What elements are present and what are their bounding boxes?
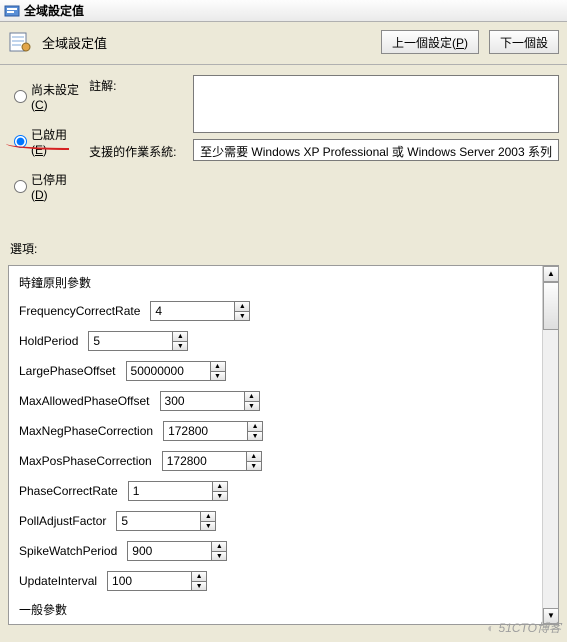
spinner-down-button[interactable]: ▼ (234, 311, 250, 321)
param-row: LargePhaseOffset ▲▼ (19, 361, 548, 381)
param-spinner[interactable]: ▲▼ (127, 541, 227, 561)
radio-enabled[interactable]: 已啟用(E) (14, 126, 79, 157)
param-label: PollAdjustFactor (19, 514, 106, 528)
header-title: 全域設定值 (42, 33, 107, 52)
spinner-up-button[interactable]: ▲ (246, 451, 262, 461)
spinner-down-button[interactable]: ▼ (247, 431, 263, 441)
watermark-icon: ◐ (487, 621, 494, 635)
spinner-down-button[interactable]: ▼ (191, 581, 207, 591)
param-input[interactable] (160, 391, 244, 411)
spinner-down-button[interactable]: ▼ (246, 461, 262, 471)
param-spinner[interactable]: ▲▼ (126, 361, 226, 381)
title-bar: 全域設定值 (0, 0, 567, 22)
upper-panel: 尚未設定(C) 已啟用(E) 已停用(D) 註解: 支援的作業系統: 至少需要 … (0, 71, 567, 218)
chevron-up-icon: ▲ (547, 270, 555, 278)
param-row: PhaseCorrectRate ▲▼ (19, 481, 548, 501)
spinner-up-button[interactable]: ▲ (234, 301, 250, 311)
right-column: 註解: 支援的作業系統: 至少需要 Windows XP Professiona… (89, 75, 559, 216)
spinner-down-button[interactable]: ▼ (200, 521, 216, 531)
spinner-up-button[interactable]: ▲ (200, 511, 216, 521)
param-row: UpdateInterval ▲▼ (19, 571, 548, 591)
param-label: MaxPosPhaseCorrection (19, 454, 152, 468)
radio-enabled-input[interactable] (14, 135, 27, 148)
param-header-clock: 時鐘原則參數 (19, 274, 548, 291)
spinner-up-button[interactable]: ▲ (191, 571, 207, 581)
supported-value: 至少需要 Windows XP Professional 或 Windows S… (193, 139, 559, 161)
spinner-down-button[interactable]: ▼ (172, 341, 188, 351)
divider (0, 64, 567, 65)
param-label: FrequencyCorrectRate (19, 304, 140, 318)
comment-textbox[interactable] (193, 75, 559, 133)
spinner-up-button[interactable]: ▲ (212, 481, 228, 491)
param-spinner[interactable]: ▲▼ (162, 451, 262, 471)
param-spinner[interactable]: ▲▼ (150, 301, 250, 321)
spinner-down-button[interactable]: ▼ (210, 371, 226, 381)
spinner-up-button[interactable]: ▲ (210, 361, 226, 371)
options-panel: 時鐘原則參數 FrequencyCorrectRate▲▼HoldPeriod▲… (8, 265, 559, 625)
radio-disabled[interactable]: 已停用(D) (14, 171, 79, 202)
param-header-general: 一般參數 (19, 601, 548, 618)
spinner-up-button[interactable]: ▲ (172, 331, 188, 341)
param-input[interactable] (126, 361, 210, 381)
radio-group: 尚未設定(C) 已啟用(E) 已停用(D) (14, 75, 79, 216)
radio-disabled-input[interactable] (14, 180, 27, 193)
next-setting-button[interactable]: 下一個設 (489, 30, 559, 54)
scroll-thumb[interactable] (543, 282, 559, 330)
param-spinner[interactable]: ▲▼ (128, 481, 228, 501)
window-title: 全域設定值 (24, 2, 84, 19)
scrollbar[interactable]: ▲ ▼ (542, 266, 558, 624)
param-list: FrequencyCorrectRate▲▼HoldPeriod▲▼LargeP… (19, 301, 548, 591)
param-label: HoldPeriod (19, 334, 78, 348)
watermark: ◐51CTO博客 (487, 619, 561, 636)
param-input[interactable] (107, 571, 191, 591)
supported-row: 支援的作業系統: 至少需要 Windows XP Professional 或 … (89, 139, 559, 161)
spinner-down-button[interactable]: ▼ (244, 401, 260, 411)
param-spinner[interactable]: ▲▼ (163, 421, 263, 441)
supported-label: 支援的作業系統: (89, 141, 185, 160)
header-row: 全域設定值 上一個設定(P) 下一個設 (0, 22, 567, 64)
param-label: SpikeWatchPeriod (19, 544, 117, 558)
param-input[interactable] (88, 331, 172, 351)
param-row: HoldPeriod ▲▼ (19, 331, 548, 351)
comment-label: 註解: (89, 75, 185, 94)
param-input[interactable] (162, 451, 246, 471)
param-input[interactable] (116, 511, 200, 531)
param-input[interactable] (128, 481, 212, 501)
param-row: SpikeWatchPeriod ▲▼ (19, 541, 548, 561)
param-spinner[interactable]: ▲▼ (107, 571, 207, 591)
param-spinner[interactable]: ▲▼ (116, 511, 216, 531)
prev-setting-button[interactable]: 上一個設定(P) (381, 30, 479, 54)
param-label: LargePhaseOffset (19, 364, 116, 378)
param-label: UpdateInterval (19, 574, 97, 588)
settings-sheet-icon (8, 30, 32, 54)
radio-not-configured[interactable]: 尚未設定(C) (14, 81, 79, 112)
param-label: MaxAllowedPhaseOffset (19, 394, 150, 408)
radio-not-configured-input[interactable] (14, 90, 27, 103)
param-row: FrequencyCorrectRate ▲▼ (19, 301, 548, 321)
param-spinner[interactable]: ▲▼ (88, 331, 188, 351)
param-label: MaxNegPhaseCorrection (19, 424, 153, 438)
options-label: 選項: (10, 240, 567, 257)
spinner-up-button[interactable]: ▲ (244, 391, 260, 401)
spinner-down-button[interactable]: ▼ (212, 491, 228, 501)
param-row: MaxAllowedPhaseOffset ▲▼ (19, 391, 548, 411)
param-spinner[interactable]: ▲▼ (160, 391, 260, 411)
param-row: MaxPosPhaseCorrection ▲▼ (19, 451, 548, 471)
param-row: MaxNegPhaseCorrection ▲▼ (19, 421, 548, 441)
spinner-up-button[interactable]: ▲ (211, 541, 227, 551)
param-input[interactable] (127, 541, 211, 561)
comment-row: 註解: (89, 75, 559, 133)
spinner-up-button[interactable]: ▲ (247, 421, 263, 431)
param-row: PollAdjustFactor ▲▼ (19, 511, 548, 531)
param-input[interactable] (163, 421, 247, 441)
spinner-down-button[interactable]: ▼ (211, 551, 227, 561)
param-input[interactable] (150, 301, 234, 321)
scroll-up-button[interactable]: ▲ (543, 266, 559, 282)
param-label: PhaseCorrectRate (19, 484, 118, 498)
app-icon (4, 3, 20, 19)
